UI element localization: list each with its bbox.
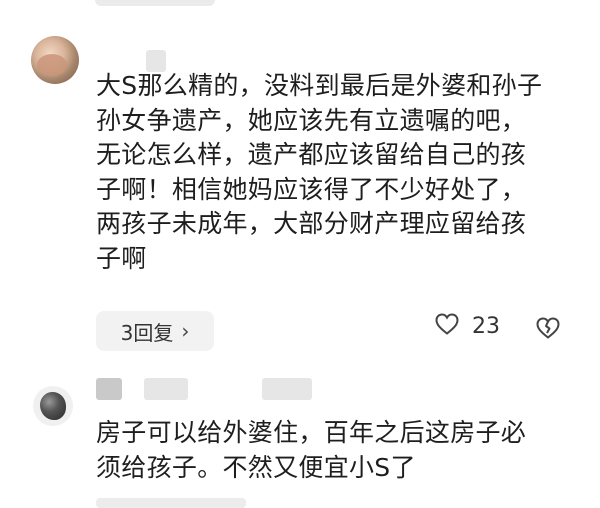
replies-label: 3回复 <box>120 320 174 345</box>
avatar[interactable] <box>31 36 79 84</box>
like-button[interactable]: 23 <box>434 312 500 340</box>
username-redacted <box>144 378 188 400</box>
dislike-button[interactable] <box>535 316 561 344</box>
previous-item-edge <box>95 0 215 6</box>
next-item-edge <box>96 498 246 508</box>
avatar-image <box>37 54 67 76</box>
username-redacted <box>262 378 312 400</box>
like-count: 23 <box>472 313 500 339</box>
replies-button[interactable]: 3回复 › <box>96 311 214 351</box>
heart-outline-icon <box>434 312 460 340</box>
username-redacted <box>96 378 122 400</box>
comment-text: 房子可以给外婆住，百年之后这房子必 须给孩子。不然又便宜小S了 <box>96 418 527 482</box>
avatar[interactable] <box>33 386 73 426</box>
avatar-image <box>40 392 66 420</box>
chevron-right-icon: › <box>181 319 190 343</box>
comment-text: 大S那么精的，没料到最后是外婆和孙子 孙女争遗产，她应该先有立遗嘱的吧， 无论怎… <box>96 71 543 273</box>
broken-heart-icon <box>535 317 561 344</box>
